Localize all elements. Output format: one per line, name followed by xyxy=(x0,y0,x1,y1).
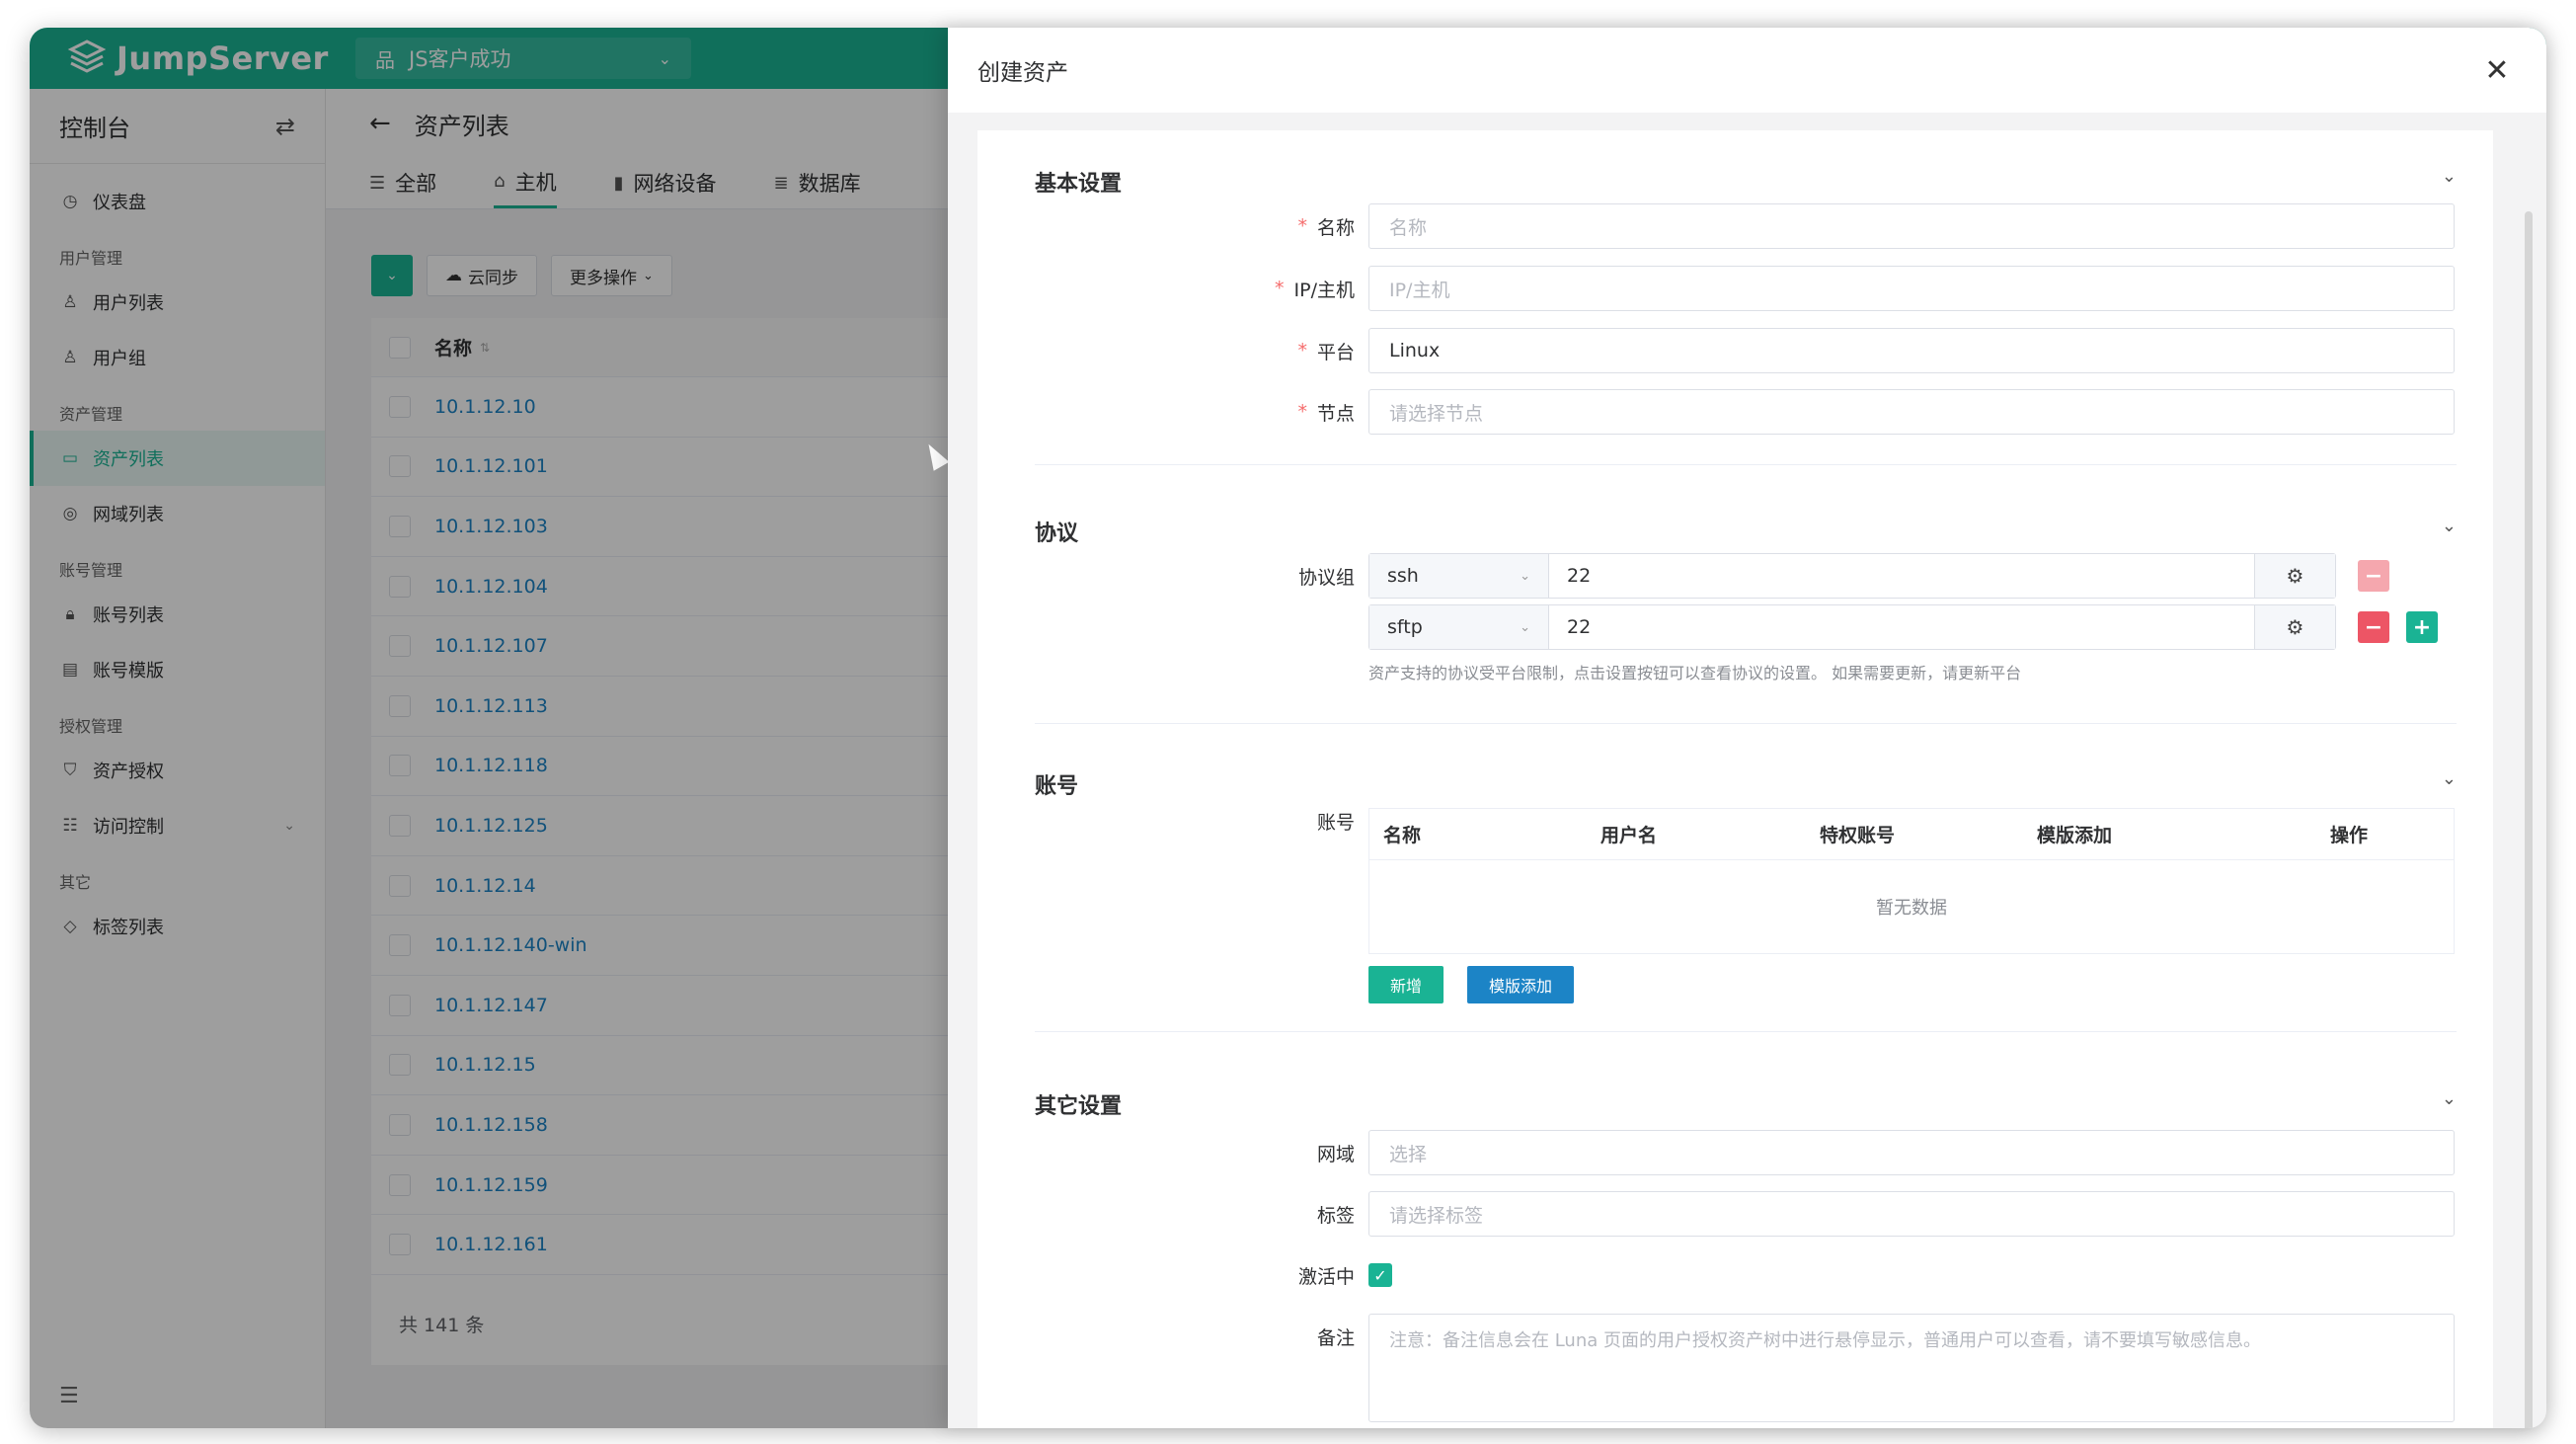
name-label: * 名称 xyxy=(1297,215,1355,239)
active-row: 激活中 ✓ xyxy=(1035,1252,2457,1298)
node-select[interactable]: 请选择节点 xyxy=(1368,389,2455,435)
protocol-section: 协议 ⌄ xyxy=(1035,516,2457,547)
name-row: * 名称 名称 xyxy=(1035,203,2457,249)
gear-icon[interactable]: ⚙ xyxy=(2254,554,2335,598)
chevron-down-icon[interactable]: ⌄ xyxy=(2442,516,2457,536)
section-title: 基本设置 xyxy=(1035,172,1123,197)
gear-icon[interactable]: ⚙ xyxy=(2254,605,2335,649)
port-input[interactable]: 22 xyxy=(1549,605,2254,649)
domain-row: 网域 选择 xyxy=(1035,1130,2457,1175)
protocol-select[interactable]: sftp ⌄ xyxy=(1369,605,1549,649)
add-account-button[interactable]: 新增 xyxy=(1368,966,1444,1003)
ip-label: * IP/主机 xyxy=(1275,278,1355,301)
chevron-down-icon: ⌄ xyxy=(1520,568,1530,584)
protocol-select[interactable]: ssh ⌄ xyxy=(1369,554,1549,598)
domain-select[interactable]: 选择 xyxy=(1368,1130,2455,1175)
account-column-header: 用户名 xyxy=(1600,825,1658,846)
section-title: 账号 xyxy=(1035,774,1079,799)
comment-label: 备注 xyxy=(1316,1326,1355,1349)
close-icon[interactable]: ✕ xyxy=(2477,53,2517,88)
account-label: 账号 xyxy=(1316,811,1355,834)
section-title: 协议 xyxy=(1035,521,1079,546)
account-table: 名称 用户名 特权账号 模版添加 操作 暂无数据 xyxy=(1368,808,2455,954)
chevron-down-icon[interactable]: ⌄ xyxy=(2442,1088,2457,1109)
active-checkbox[interactable]: ✓ xyxy=(1368,1263,1392,1287)
account-table-header: 名称 用户名 特权账号 模版添加 操作 xyxy=(1369,809,2454,860)
drawer-body: 基本设置 ⌄ * 名称 名称 * IP/主机 IP/主机 * 平台 Linux * 节点 xyxy=(948,113,2546,1428)
chevron-down-icon[interactable]: ⌄ xyxy=(2442,768,2457,789)
tag-row: 标签 请选择标签 xyxy=(1035,1191,2457,1237)
account-column-header: 模版添加 xyxy=(2037,825,2113,846)
tag-label: 标签 xyxy=(1316,1204,1355,1227)
account-column-header: 特权账号 xyxy=(1820,825,1896,846)
comment-textarea[interactable]: 注意：备注信息会在 Luna 页面的用户授权资产树中进行悬停显示，普通用户可以查… xyxy=(1368,1314,2455,1422)
chevron-down-icon[interactable]: ⌄ xyxy=(2442,166,2457,187)
comment-row: 备注 注意：备注信息会在 Luna 页面的用户授权资产树中进行悬停显示，普通用户… xyxy=(1035,1314,2457,1422)
create-asset-drawer: 创建资产 ✕ 基本设置 ⌄ *名称 名称 *IP/主机 IP/主机 *平台 xyxy=(948,28,2546,1428)
asset-form: 基本设置 ⌄ * 名称 名称 * IP/主机 IP/主机 * 平台 Linux * 节点 xyxy=(977,130,2493,1428)
chevron-down-icon: ⌄ xyxy=(1520,619,1530,635)
account-column-header: 名称 xyxy=(1383,825,1422,846)
tag-select[interactable]: 请选择标签 xyxy=(1368,1191,2455,1237)
ip-input[interactable]: IP/主机 xyxy=(1368,266,2455,311)
other-settings-section: 其它设置 ⌄ xyxy=(1035,1088,2457,1120)
remove-protocol-button[interactable]: − xyxy=(2358,611,2389,643)
platform-row: * 平台 Linux xyxy=(1035,328,2457,373)
platform-input[interactable]: Linux xyxy=(1368,328,2455,373)
ip-row: * IP/主机 IP/主机 xyxy=(1035,266,2457,311)
active-label: 激活中 xyxy=(1297,1265,1355,1288)
protocol-group-label: 协议组 xyxy=(1297,566,1355,589)
section-title: 其它设置 xyxy=(1035,1094,1123,1119)
protocol-hint: 资产支持的协议受平台限制，点击设置按钮可以查看协议的设置。 如果需要更新，请更新… xyxy=(1368,664,2022,682)
empty-state: 暂无数据 xyxy=(1876,898,1947,919)
modal-overlay-sidebar[interactable] xyxy=(30,89,326,1428)
section-divider xyxy=(1035,1031,2457,1032)
port-input[interactable]: 22 xyxy=(1549,554,2254,598)
name-input[interactable]: 名称 xyxy=(1368,203,2455,249)
domain-label: 网域 xyxy=(1316,1143,1355,1165)
section-divider xyxy=(1035,723,2457,724)
drawer-header: 创建资产 ✕ xyxy=(948,28,2546,113)
template-add-button[interactable]: 模版添加 xyxy=(1467,966,1575,1003)
protocol-row-sftp: sftp ⌄ 22 ⚙ xyxy=(1368,604,2336,650)
add-protocol-button[interactable]: + xyxy=(2406,611,2438,643)
scrollbar[interactable] xyxy=(2525,211,2533,1428)
platform-label: * 平台 xyxy=(1297,340,1355,363)
node-label: * 节点 xyxy=(1297,401,1355,425)
basic-settings-section: 基本设置 ⌄ xyxy=(1035,166,2457,198)
node-row: * 节点 请选择节点 xyxy=(1035,389,2457,435)
account-column-header: 操作 xyxy=(2329,825,2368,846)
protocol-row-ssh: ssh ⌄ 22 ⚙ xyxy=(1368,553,2336,599)
account-section: 账号 ⌄ xyxy=(1035,768,2457,800)
remove-protocol-button[interactable]: − xyxy=(2358,560,2389,592)
section-divider xyxy=(1035,464,2457,465)
drawer-title: 创建资产 xyxy=(977,60,1068,86)
